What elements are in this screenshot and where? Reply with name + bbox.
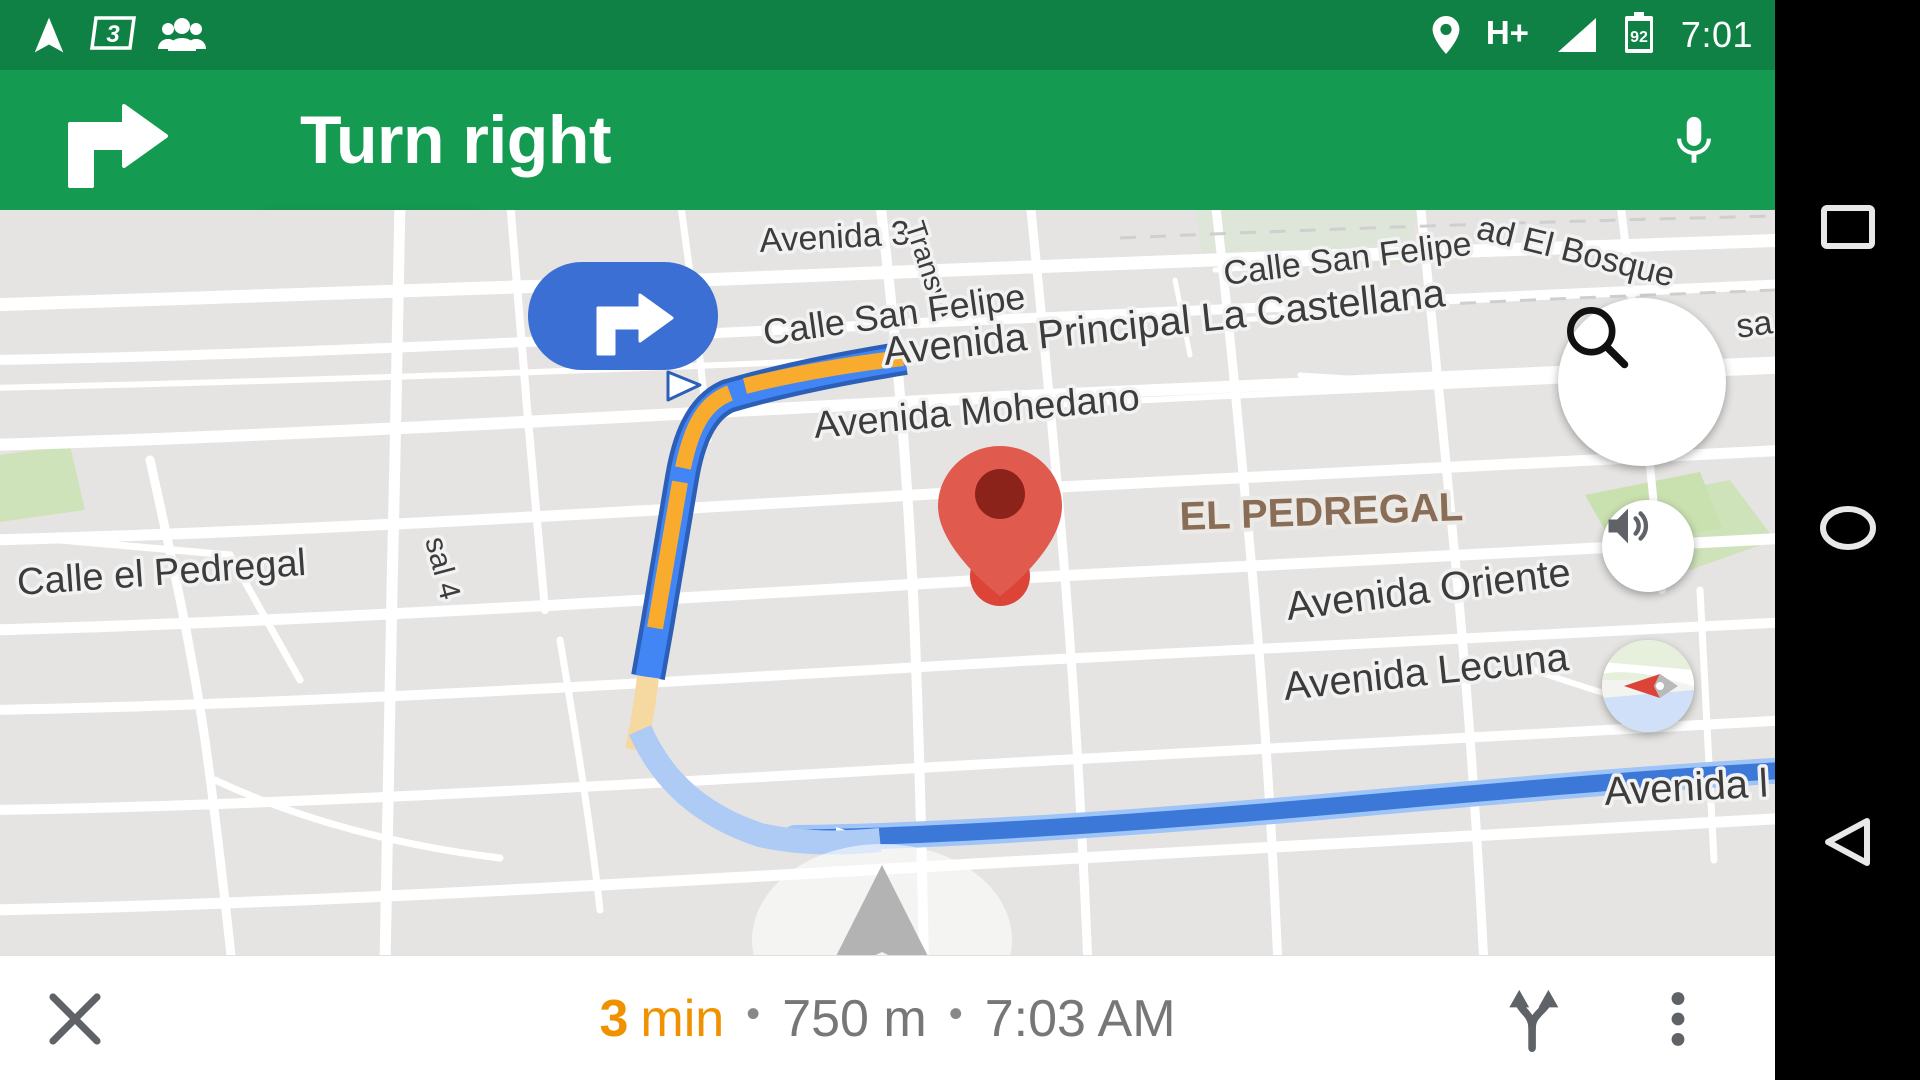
svg-text:3: 3 xyxy=(106,21,120,48)
status-bar-clock: 7:01 xyxy=(1680,14,1753,55)
close-icon xyxy=(49,993,101,1045)
network-type-label: H+ xyxy=(1485,13,1529,51)
turn-right-arrow-icon xyxy=(62,98,172,188)
search-icon xyxy=(1567,307,1629,369)
microphone-icon[interactable] xyxy=(1665,112,1723,170)
status-bar: 3 H+ 92 7:01 xyxy=(0,0,1775,70)
sound-toggle-button[interactable] xyxy=(1602,500,1694,592)
eta-arrival-time: 7:03 AM xyxy=(984,989,1176,1048)
map-canvas[interactable]: Avenida 3 Transve ad El Bosque Calle San Fe… xyxy=(0,210,1775,955)
overflow-menu-button[interactable] xyxy=(1643,984,1713,1054)
bottom-trip-bar: 3 min • 750 m • 7:03 AM xyxy=(0,955,1775,1080)
map-vector-layer: Avenida 3Transve ad El BosqueCalle San Fe… xyxy=(0,210,1775,955)
map-label: Avenida l xyxy=(1603,761,1769,814)
maneuver-instruction: Turn right xyxy=(300,102,612,178)
battery-icon: 92 xyxy=(1623,11,1655,59)
close-navigation-button[interactable] xyxy=(42,986,108,1052)
overflow-menu-icon xyxy=(1671,992,1685,1046)
back-triangle-icon xyxy=(1824,818,1870,866)
svg-text:92: 92 xyxy=(1630,29,1648,46)
eta-duration-value: 3 xyxy=(599,989,629,1048)
phone-viewport: 3 H+ 92 7:01 Turn right Avenida 3 Transv… xyxy=(0,0,1775,1080)
navigation-arrow-icon xyxy=(30,15,68,55)
android-navigation-bar xyxy=(1775,0,1920,1080)
recents-button[interactable] xyxy=(1820,205,1875,254)
device-screen: 3 H+ 92 7:01 Turn right Avenida 3 Transv… xyxy=(0,0,1920,1080)
recents-square-icon xyxy=(1820,205,1875,249)
alternate-routes-icon xyxy=(1509,989,1559,1052)
map-label: Avenida 3 xyxy=(758,214,910,260)
eta-separator-1: • xyxy=(746,992,761,1036)
people-icon xyxy=(158,18,206,52)
back-button[interactable] xyxy=(1821,815,1875,874)
location-pin-icon xyxy=(1432,16,1460,54)
volume-on-icon xyxy=(1608,508,1649,544)
notification-count-3-icon: 3 xyxy=(90,15,136,56)
eta-duration-unit: min xyxy=(640,989,725,1048)
compass-button[interactable] xyxy=(1602,640,1694,732)
alternate-routes-button[interactable] xyxy=(1500,984,1570,1054)
search-button[interactable] xyxy=(1558,298,1726,466)
status-bar-right-icons: H+ 92 7:01 xyxy=(1432,0,1753,70)
status-bar-left-icons: 3 xyxy=(30,0,206,70)
eta-distance: 750 m xyxy=(782,989,927,1048)
eta-separator-2: • xyxy=(948,992,963,1036)
navigation-header: Turn right xyxy=(0,70,1775,210)
signal-bars-icon xyxy=(1555,17,1597,53)
home-circle-icon xyxy=(1819,506,1876,550)
home-button[interactable] xyxy=(1819,505,1877,556)
compass-icon xyxy=(1602,640,1694,732)
